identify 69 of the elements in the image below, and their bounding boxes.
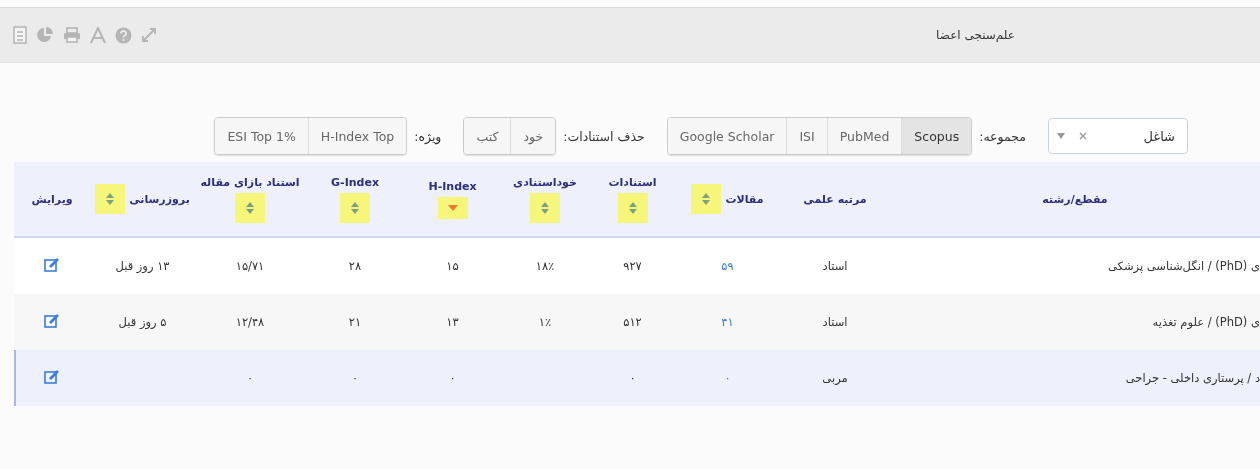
table-cell: ی (PhD) / علوم تغذیه xyxy=(1152,315,1260,329)
clear-icon[interactable] xyxy=(1079,132,1087,140)
filter-option[interactable]: PubMed xyxy=(826,118,902,154)
sort-icon[interactable] xyxy=(350,200,360,215)
sort-icon[interactable] xyxy=(701,192,712,206)
help-icon[interactable] xyxy=(115,26,132,44)
article-count-link[interactable]: ۰ xyxy=(724,371,731,385)
sort-icon[interactable] xyxy=(245,200,255,215)
status-select[interactable]: شاغل xyxy=(1048,118,1188,154)
table-cell: ی (PhD) / انگل‌شناسی پزشکی xyxy=(1108,259,1260,273)
table-cell: مربی xyxy=(822,371,848,385)
table-cell: ۱۸٪ xyxy=(535,259,555,273)
column-header: مقالات xyxy=(725,192,764,206)
table-cell: ۱۳ xyxy=(446,315,459,329)
filter-option[interactable]: خود xyxy=(510,118,556,154)
filter-option[interactable]: Scopus xyxy=(901,118,972,154)
sort-icon[interactable] xyxy=(627,200,638,215)
column-header: ویرایش xyxy=(31,192,73,206)
table-cell: ۱۲/۴۸ xyxy=(235,315,265,329)
filter-option[interactable]: کتب xyxy=(464,118,511,154)
table-cell: استاد xyxy=(822,315,848,329)
filter-option[interactable]: Google Scholar xyxy=(667,118,787,154)
table-cell: ۱۵ xyxy=(446,259,459,273)
table-row[interactable]: ی (PhD) / علوم تغذیه استاد ۴۱ ۵۱۲ ۱٪ ۱۳ ۲۱ ۱۲/۴۸ ۵ روز قبل xyxy=(14,294,1260,350)
column-header: استناد بازای مقاله xyxy=(200,175,300,189)
table-row[interactable]: د / پرستاری داخلی - جراحی مربی ۰ ۰ ۰ ۰ ۰ xyxy=(14,350,1260,406)
table-cell: استاد xyxy=(822,259,848,273)
table-cell: ۰ xyxy=(351,371,359,385)
table-cell: ۰ xyxy=(629,371,636,385)
caret-icon[interactable] xyxy=(1057,133,1065,139)
table-cell: ۱۳ روز قبل xyxy=(115,259,170,273)
edit-icon[interactable] xyxy=(44,313,60,328)
column-header: G-Index xyxy=(331,175,379,189)
table-row[interactable]: ی (PhD) / انگل‌شناسی پزشکی استاد ۵۹ ۹۲۷ ۱۸٪ ۱۵ ۲۸ ۱۵/۷۱ ۱۳ روز قبل xyxy=(14,237,1260,294)
column-header: بروزرسانی xyxy=(129,192,190,206)
filter-option[interactable]: ISI xyxy=(786,118,827,154)
sort-descending-icon[interactable] xyxy=(447,204,458,211)
filter-label: ویژه: xyxy=(414,128,442,144)
article-count-link[interactable]: ۵۹ xyxy=(721,259,734,273)
article-count-link[interactable]: ۴۱ xyxy=(721,315,734,329)
column-header: خوداستنادی xyxy=(513,175,577,189)
document-icon[interactable] xyxy=(13,26,27,44)
edit-icon[interactable] xyxy=(44,369,60,384)
table-cell: د / پرستاری داخلی - جراحی xyxy=(1125,371,1260,385)
table-cell: ۹۲۷ xyxy=(623,259,642,273)
font-icon[interactable] xyxy=(90,26,106,44)
table-cell: ۱٪ xyxy=(538,315,552,329)
filter-label: حذف استنادات: xyxy=(563,128,645,144)
print-icon[interactable] xyxy=(63,27,81,43)
table-cell: ۲۸ xyxy=(348,259,362,273)
filter-option[interactable]: H-Index Top xyxy=(307,118,407,154)
table-cell: ۵۱۲ xyxy=(623,315,642,329)
table-cell: ۲۱ xyxy=(348,315,362,329)
table-cell: ۰ xyxy=(246,371,254,385)
edit-icon[interactable] xyxy=(44,257,60,272)
sort-icon[interactable] xyxy=(105,192,116,206)
table-cell: ۰ xyxy=(449,371,456,385)
column-header: مقطع/رشته xyxy=(1042,192,1108,206)
column-header: استنادات xyxy=(608,175,657,189)
pie-chart-icon[interactable] xyxy=(36,26,54,44)
expand-icon[interactable] xyxy=(141,27,157,43)
table-cell: ۵ روز قبل xyxy=(118,315,167,329)
column-header: H-Index xyxy=(428,179,477,193)
filter-option[interactable]: ESI Top 1% xyxy=(215,118,308,154)
page-title: علم‌سنجی اعضا xyxy=(936,28,1015,42)
column-header: مرتبه علمی xyxy=(803,192,867,206)
filter-label: مجموعه: xyxy=(979,128,1026,144)
table-cell: ۱۵/۷۱ xyxy=(235,259,265,273)
sort-icon[interactable] xyxy=(540,200,550,215)
